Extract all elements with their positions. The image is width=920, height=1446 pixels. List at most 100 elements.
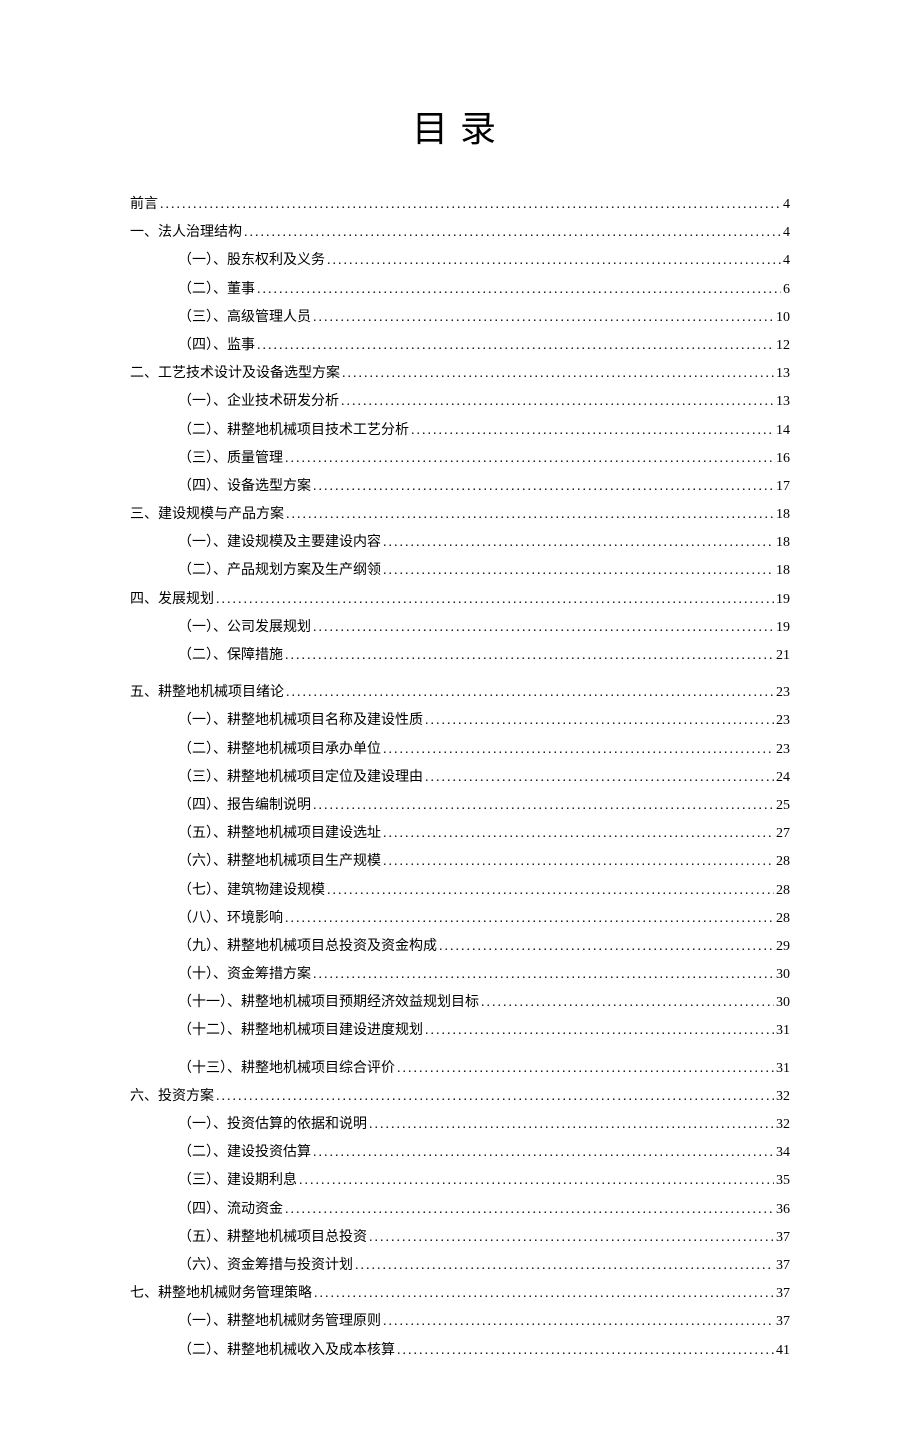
toc-entry-label: （八）、环境影响 xyxy=(178,906,283,931)
toc-entry-page: 37 xyxy=(776,1225,790,1250)
toc-entry[interactable]: 一、法人治理结构4 xyxy=(130,220,790,245)
toc-entry[interactable]: （一）、建设规模及主要建设内容18 xyxy=(130,530,790,555)
toc-entry-label: （三）、质量管理 xyxy=(178,446,283,471)
toc-entry-page: 10 xyxy=(776,305,790,330)
toc-entry-label: （一）、企业技术研发分析 xyxy=(178,389,339,414)
toc-entry[interactable]: （二）、耕整地机械项目承办单位23 xyxy=(130,737,790,762)
toc-entry-page: 23 xyxy=(776,737,790,762)
toc-entry-label: （十）、资金筹措方案 xyxy=(178,962,311,987)
toc-entry[interactable]: （五）、耕整地机械项目总投资 37 xyxy=(130,1225,790,1250)
toc-leader-dots xyxy=(313,793,774,818)
toc-leader-dots xyxy=(313,962,774,987)
toc-entry-label: 六、投资方案 xyxy=(130,1084,214,1109)
toc-entry-page: 14 xyxy=(776,418,790,443)
toc-entry[interactable]: （十二）、耕整地机械项目建设进度规划31 xyxy=(130,1018,790,1043)
toc-leader-dots xyxy=(285,1197,774,1222)
toc-entry-page: 37 xyxy=(776,1281,790,1306)
toc-entry-page: 19 xyxy=(776,587,790,612)
toc-entry[interactable]: （一）、耕整地机械项目名称及建设性质23 xyxy=(130,708,790,733)
toc-entry-label: 四、发展规划 xyxy=(130,587,214,612)
toc-entry[interactable]: （四）、监事12 xyxy=(130,333,790,358)
toc-entry[interactable]: （六）、资金筹措与投资计划37 xyxy=(130,1253,790,1278)
toc-entry-page: 18 xyxy=(776,530,790,555)
toc-leader-dots xyxy=(425,708,774,733)
toc-entry-page: 31 xyxy=(776,1056,790,1081)
toc-entry[interactable]: （四）、流动资金 36 xyxy=(130,1197,790,1222)
toc-entry-label: （四）、监事 xyxy=(178,333,255,358)
toc-entry[interactable]: 六、投资方案 32 xyxy=(130,1084,790,1109)
toc-entry-page: 30 xyxy=(776,990,790,1015)
toc-entry[interactable]: 四、发展规划 19 xyxy=(130,587,790,612)
toc-entry[interactable]: （二）、耕整地机械收入及成本核算41 xyxy=(130,1338,790,1363)
toc-entry[interactable]: （一）、企业技术研发分析 13 xyxy=(130,389,790,414)
toc-entry[interactable]: （十）、资金筹措方案 30 xyxy=(130,962,790,987)
toc-entry-label: （三）、耕整地机械项目定位及建设理由 xyxy=(178,765,423,790)
toc-entry-page: 19 xyxy=(776,615,790,640)
toc-entry[interactable]: （五）、耕整地机械项目建设选址27 xyxy=(130,821,790,846)
toc-leader-dots xyxy=(216,587,774,612)
toc-entry[interactable]: （二）、产品规划方案及生产纲领18 xyxy=(130,558,790,583)
toc-leader-dots xyxy=(481,990,774,1015)
toc-entry-page: 35 xyxy=(776,1168,790,1193)
toc-entry-page: 37 xyxy=(776,1309,790,1334)
toc-entry-label: （九）、耕整地机械项目总投资及资金构成 xyxy=(178,934,437,959)
toc-entry[interactable]: （二）、建设投资估算34 xyxy=(130,1140,790,1165)
toc-entry-label: （三）、高级管理人员 xyxy=(178,305,311,330)
toc-entry[interactable]: 三、建设规模与产品方案18 xyxy=(130,502,790,527)
toc-entry[interactable]: （一）、公司发展规划19 xyxy=(130,615,790,640)
toc-entry[interactable]: （四）、报告编制说明25 xyxy=(130,793,790,818)
toc-entry[interactable]: （三）、建设期利息 35 xyxy=(130,1168,790,1193)
toc-entry-page: 36 xyxy=(776,1197,790,1222)
toc-entry[interactable]: （六）、耕整地机械项目生产规模28 xyxy=(130,849,790,874)
toc-entry-page: 28 xyxy=(776,906,790,931)
toc-entry-page: 41 xyxy=(776,1338,790,1363)
toc-entry-label: （七）、建筑物建设规模 xyxy=(178,878,325,903)
toc-entry[interactable]: 七、耕整地机械财务管理策略 37 xyxy=(130,1281,790,1306)
toc-entry-label: （六）、耕整地机械项目生产规模 xyxy=(178,849,381,874)
toc-entry-label: （十三）、耕整地机械项目综合评价 xyxy=(178,1056,395,1081)
toc-entry-page: 32 xyxy=(776,1084,790,1109)
toc-entry-page: 13 xyxy=(776,361,790,386)
toc-entry[interactable]: 二、工艺技术设计及设备选型方案 13 xyxy=(130,361,790,386)
toc-entry-page: 32 xyxy=(776,1112,790,1137)
toc-entry-page: 31 xyxy=(776,1018,790,1043)
toc-entry[interactable]: （三）、高级管理人员 10 xyxy=(130,305,790,330)
toc-entry[interactable]: （二）、董事6 xyxy=(130,277,790,302)
toc-entry[interactable]: （四）、设备选型方案17 xyxy=(130,474,790,499)
toc-leader-dots xyxy=(160,192,781,217)
toc-entry[interactable]: （二）、保障措施21 xyxy=(130,643,790,668)
toc-entry[interactable]: （二）、耕整地机械项目技术工艺分析14 xyxy=(130,418,790,443)
toc-entry-label: （三）、建设期利息 xyxy=(178,1168,297,1193)
toc-entry-label: 前言 xyxy=(130,192,158,217)
toc-entry-page: 25 xyxy=(776,793,790,818)
toc-entry[interactable]: （三）、耕整地机械项目定位及建设理由24 xyxy=(130,765,790,790)
toc-entry-label: （四）、流动资金 xyxy=(178,1197,283,1222)
toc-entry[interactable]: （十一）、耕整地机械项目预期经济效益规划目标30 xyxy=(130,990,790,1015)
toc-entry[interactable]: 前言4 xyxy=(130,192,790,217)
toc-entry-page: 13 xyxy=(776,389,790,414)
toc-entry-label: （一）、投资估算的依据和说明 xyxy=(178,1112,367,1137)
toc-entry[interactable]: （一）、投资估算的依据和说明 32 xyxy=(130,1112,790,1137)
toc-entry[interactable]: （一）、耕整地机械财务管理原则37 xyxy=(130,1309,790,1334)
toc-entry[interactable]: （九）、耕整地机械项目总投资及资金构成29 xyxy=(130,934,790,959)
toc-leader-dots xyxy=(327,248,781,273)
toc-entry[interactable]: （三）、质量管理16 xyxy=(130,446,790,471)
toc-leader-dots xyxy=(257,277,781,302)
toc-entry[interactable]: （七）、建筑物建设规模28 xyxy=(130,878,790,903)
toc-entry[interactable]: 五、耕整地机械项目绪论23 xyxy=(130,680,790,705)
toc-entry-page: 30 xyxy=(776,962,790,987)
toc-leader-dots xyxy=(327,878,774,903)
toc-leader-dots xyxy=(313,474,774,499)
toc-entry-label: （五）、耕整地机械项目总投资 xyxy=(178,1225,367,1250)
toc-entry[interactable]: （十三）、耕整地机械项目综合评价 31 xyxy=(130,1056,790,1081)
toc-leader-dots xyxy=(383,737,774,762)
toc-entry-label: 三、建设规模与产品方案 xyxy=(130,502,284,527)
toc-leader-dots xyxy=(355,1253,774,1278)
toc-leader-dots xyxy=(439,934,774,959)
toc-entry-label: （四）、设备选型方案 xyxy=(178,474,311,499)
toc-entry[interactable]: （一）、股东权利及义务4 xyxy=(130,248,790,273)
toc-entry[interactable]: （八）、环境影响 28 xyxy=(130,906,790,931)
toc-entry-label: （一）、股东权利及义务 xyxy=(178,248,325,273)
toc-entry-label: 二、工艺技术设计及设备选型方案 xyxy=(130,361,340,386)
toc-entry-label: 七、耕整地机械财务管理策略 xyxy=(130,1281,312,1306)
